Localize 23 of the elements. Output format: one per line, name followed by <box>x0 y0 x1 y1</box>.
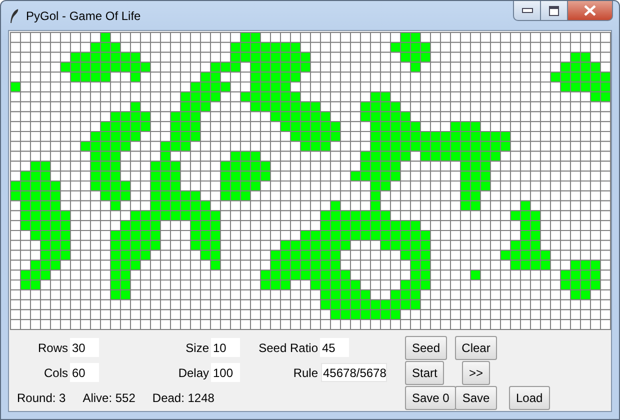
field-label: Cols <box>44 366 69 380</box>
input-field[interactable]: 45678/5678 <box>321 363 387 382</box>
action-button[interactable]: Start <box>405 360 444 384</box>
field-label: Seed Ratio <box>258 340 319 354</box>
input-field[interactable]: 100 <box>211 363 240 382</box>
status-text: Alive: 552 <box>82 390 136 404</box>
action-button[interactable]: >> <box>462 360 490 384</box>
window-title: PyGol - Game Of Life <box>26 8 141 22</box>
input-field[interactable]: 10 <box>211 338 240 357</box>
field-label: Rows <box>38 340 69 354</box>
field-label: Delay <box>178 366 210 380</box>
action-button[interactable]: Save <box>455 386 497 410</box>
status-text: Round: 3 <box>17 390 66 404</box>
action-button[interactable]: Clear <box>454 336 498 360</box>
action-button[interactable]: Load <box>509 386 550 410</box>
action-button[interactable]: Save 0 <box>405 386 456 410</box>
input-field[interactable]: 45 <box>320 338 349 357</box>
field-label: Size <box>186 340 210 354</box>
action-button[interactable]: Seed <box>405 336 448 360</box>
status-text: Dead: 1248 <box>152 390 214 404</box>
input-field[interactable]: 60 <box>70 363 99 382</box>
input-field[interactable]: 30 <box>70 338 99 357</box>
field-label: Rule <box>293 366 319 380</box>
